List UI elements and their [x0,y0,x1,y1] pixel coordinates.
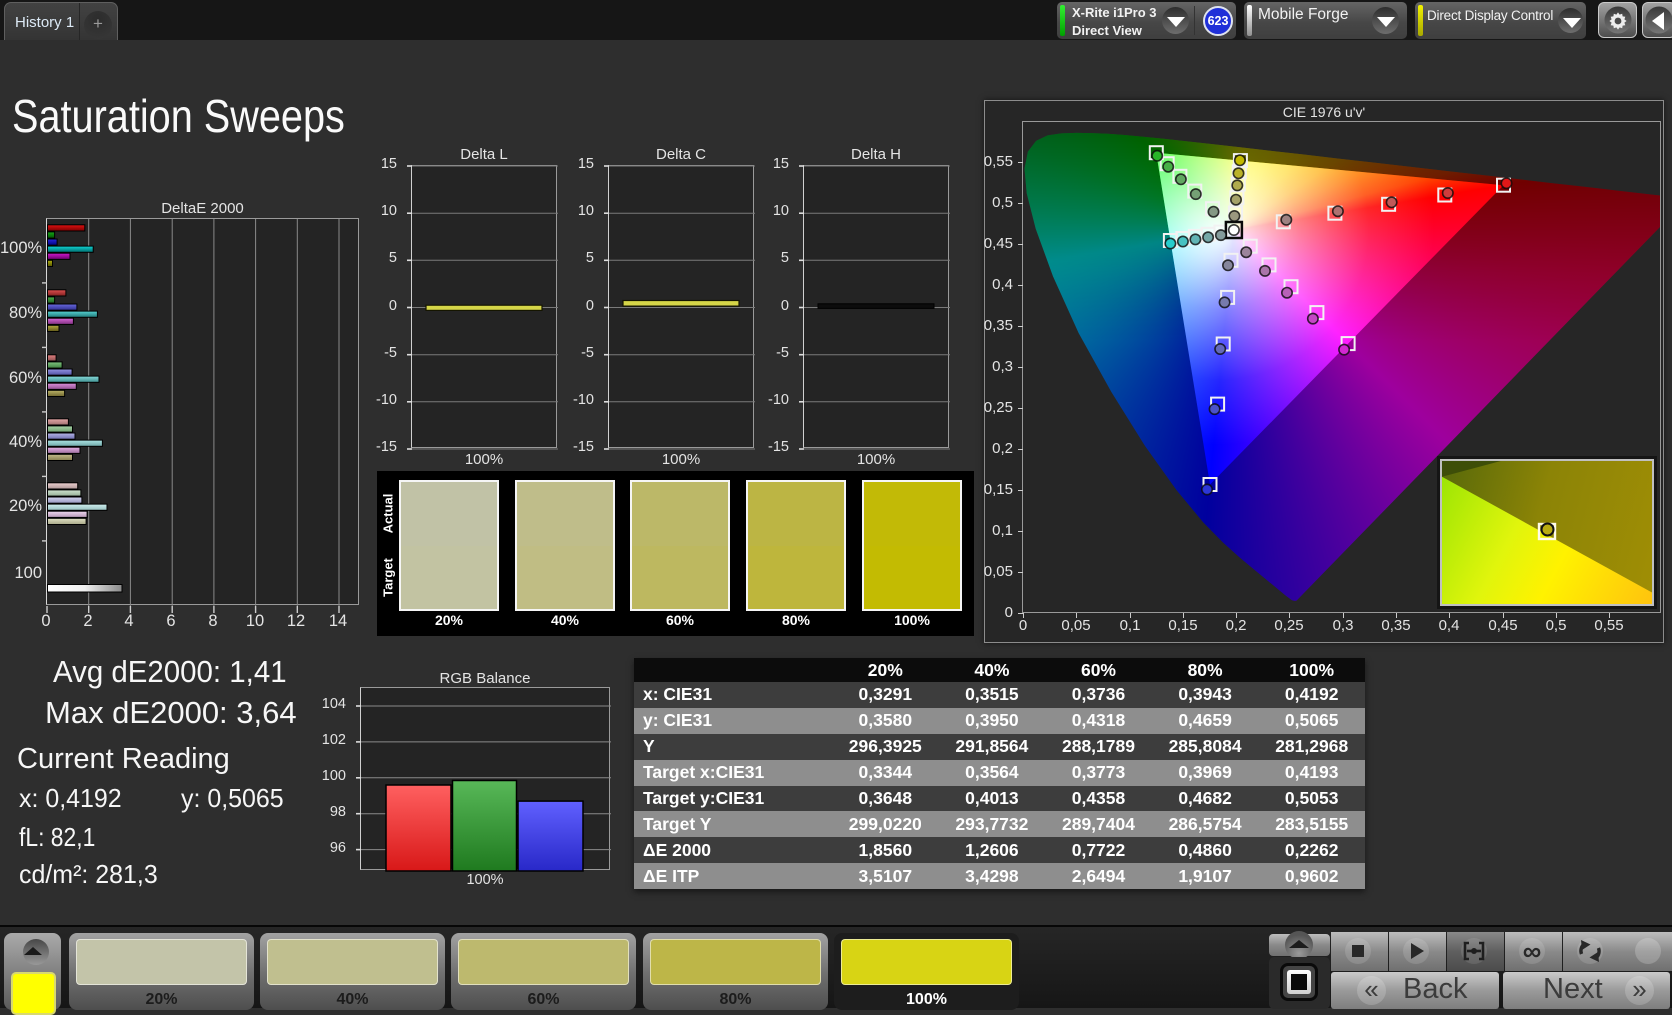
svg-text:∞: ∞ [1523,936,1542,966]
